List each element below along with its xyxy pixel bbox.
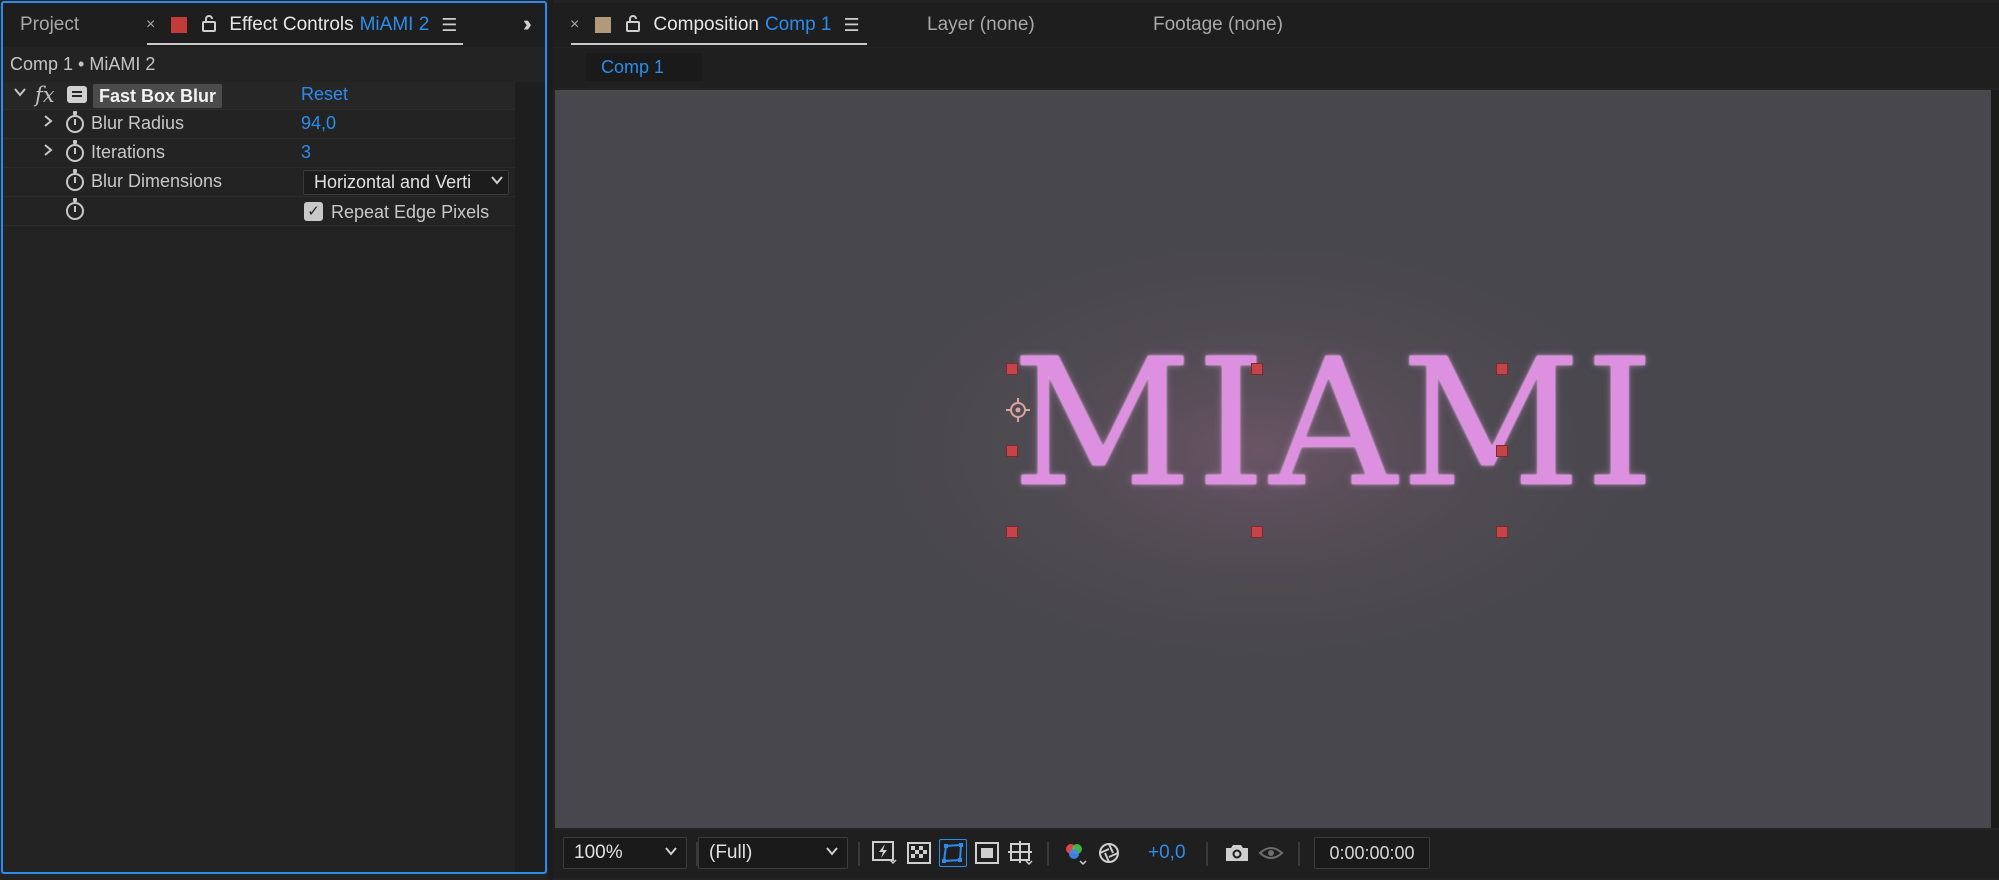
resolution-select[interactable]: (Full)	[698, 837, 848, 869]
chevron-right-icon[interactable]	[41, 114, 55, 133]
iterations-value[interactable]: 3	[301, 142, 311, 163]
effects-list: fx Fast Box Blur Reset Blur Radius 94,0 …	[3, 82, 515, 872]
right-tab-bar: × Composition Comp 1 ☰ Layer (none) Foot…	[553, 3, 1999, 47]
property-row-blur-dimensions: Blur Dimensions Horizontal and Verti	[3, 169, 515, 197]
repeat-edge-pixels-label[interactable]: Repeat Edge Pixels	[331, 202, 489, 223]
property-row-iterations: Iterations 3	[3, 140, 515, 168]
fx-toggle-icon[interactable]: fx	[35, 83, 55, 107]
label-color-swatch[interactable]	[171, 17, 188, 33]
comp-subtab[interactable]: Comp 1	[586, 53, 702, 81]
effect-preset-icon[interactable]	[67, 86, 87, 103]
grid-guides-icon[interactable]	[1007, 839, 1035, 867]
lock-icon[interactable]	[625, 14, 641, 37]
transform-handle-middle-right[interactable]	[1496, 445, 1508, 457]
resolution-value: (Full)	[709, 842, 753, 863]
tab-effect-controls-label: Effect Controls	[229, 14, 354, 35]
transform-handle-top-center[interactable]	[1251, 363, 1263, 375]
repeat-edge-pixels-checkbox[interactable]: ✓	[304, 202, 323, 221]
composition-nav-bar: Comp 1	[553, 48, 1999, 88]
stopwatch-icon[interactable]	[66, 111, 84, 133]
tab-composition-label: Composition	[653, 14, 759, 35]
exposure-value[interactable]: +0,0	[1148, 842, 1186, 864]
tab-project-label: Project	[20, 14, 80, 35]
lock-icon[interactable]	[201, 14, 217, 37]
transform-handle-top-right[interactable]	[1496, 363, 1508, 375]
vertical-scrollbar[interactable]	[515, 82, 545, 872]
toolbar-separator	[1047, 842, 1049, 866]
transform-handle-top-left[interactable]	[1006, 363, 1018, 375]
current-time-display[interactable]: 0:00:00:00	[1314, 837, 1430, 869]
chevron-double-right-icon[interactable]: ››	[523, 11, 531, 37]
viewer-edge	[1991, 90, 1999, 828]
toolbar-separator	[1298, 842, 1300, 866]
tab-footage-label: Footage (none)	[1153, 14, 1283, 35]
blur-dimensions-label: Blur Dimensions	[91, 171, 223, 191]
anchor-point-icon[interactable]	[1006, 398, 1030, 422]
transform-handle-middle-left[interactable]	[1006, 445, 1018, 457]
reset-button[interactable]: Reset	[301, 84, 348, 105]
viewer-toolbar: 100% (Full) +0,0 0:00:00:00	[553, 830, 1999, 878]
chevron-right-icon[interactable]	[41, 143, 55, 162]
region-of-interest-icon[interactable]	[973, 839, 1001, 867]
close-icon[interactable]: ×	[570, 16, 579, 34]
chevron-down-icon[interactable]	[13, 85, 27, 104]
reset-exposure-icon[interactable]	[1095, 839, 1123, 867]
zoom-select[interactable]: 100%	[563, 837, 687, 869]
iterations-label: Iterations	[91, 142, 166, 162]
label-color-swatch[interactable]	[595, 17, 612, 33]
chevron-down-icon	[664, 838, 678, 868]
left-tab-bar: Project × Effect Controls MiAMI 2 ☰ ››	[3, 3, 545, 47]
effect-header-row[interactable]: fx Fast Box Blur Reset	[3, 82, 515, 110]
camera-snapshot-icon[interactable]	[1223, 839, 1251, 867]
effect-controls-panel: Project × Effect Controls MiAMI 2 ☰ ›› C…	[0, 0, 548, 880]
panel-menu-icon[interactable]: ☰	[843, 15, 859, 36]
mask-path-visibility-icon[interactable]	[939, 839, 967, 867]
toolbar-separator	[858, 842, 860, 866]
property-row-blur-radius: Blur Radius 94,0	[3, 111, 515, 139]
transparency-grid-icon[interactable]	[905, 839, 933, 867]
zoom-value: 100%	[574, 842, 623, 863]
toolbar-separator	[1206, 842, 1208, 866]
tab-composition-name: Comp 1	[764, 14, 832, 35]
stopwatch-icon[interactable]	[66, 169, 84, 191]
miami-text-layer[interactable]: MIAMI	[1012, 324, 1655, 524]
transform-handle-bottom-center[interactable]	[1251, 526, 1263, 538]
stopwatch-icon[interactable]	[66, 140, 84, 162]
blur-radius-value[interactable]: 94,0	[301, 113, 336, 134]
channels-icon[interactable]	[1061, 839, 1089, 867]
composition-viewer[interactable]: MIAMI	[555, 90, 1991, 828]
transform-handle-bottom-left[interactable]	[1006, 526, 1018, 538]
tab-effect-controls[interactable]: × Effect Controls MiAMI 2 ☰	[146, 3, 457, 47]
tab-effect-controls-layer: MiAMI 2	[359, 14, 430, 35]
tab-project[interactable]: Project	[20, 3, 79, 47]
blur-dimensions-select[interactable]: Horizontal and Verti	[303, 170, 509, 195]
panel-menu-icon[interactable]: ☰	[441, 15, 457, 36]
close-icon[interactable]: ×	[146, 16, 155, 34]
show-snapshot-icon[interactable]	[1257, 839, 1285, 867]
tab-composition[interactable]: × Composition Comp 1 ☰	[570, 3, 860, 47]
stopwatch-icon[interactable]	[66, 198, 84, 220]
blur-dimensions-value: Horizontal and Verti	[314, 172, 472, 192]
fast-previews-icon[interactable]	[871, 839, 899, 867]
composition-panel: × Composition Comp 1 ☰ Layer (none) Foot…	[553, 0, 1999, 880]
tab-layer-label: Layer (none)	[927, 14, 1035, 35]
tab-layer[interactable]: Layer (none)	[927, 3, 1035, 47]
tab-footage[interactable]: Footage (none)	[1153, 3, 1283, 47]
effect-name[interactable]: Fast Box Blur	[93, 84, 223, 108]
breadcrumb: Comp 1 • MiAMI 2	[10, 54, 156, 74]
property-row-repeat-edge-pixels: ✓ Repeat Edge Pixels	[3, 198, 515, 226]
blur-radius-label: Blur Radius	[91, 113, 185, 133]
transform-handle-bottom-right[interactable]	[1496, 526, 1508, 538]
chevron-down-icon	[488, 171, 504, 194]
chevron-down-icon	[825, 838, 839, 868]
active-tab-indicator	[147, 43, 463, 45]
miami-text: MIAMI	[1012, 321, 1659, 526]
active-tab-indicator	[571, 43, 867, 45]
